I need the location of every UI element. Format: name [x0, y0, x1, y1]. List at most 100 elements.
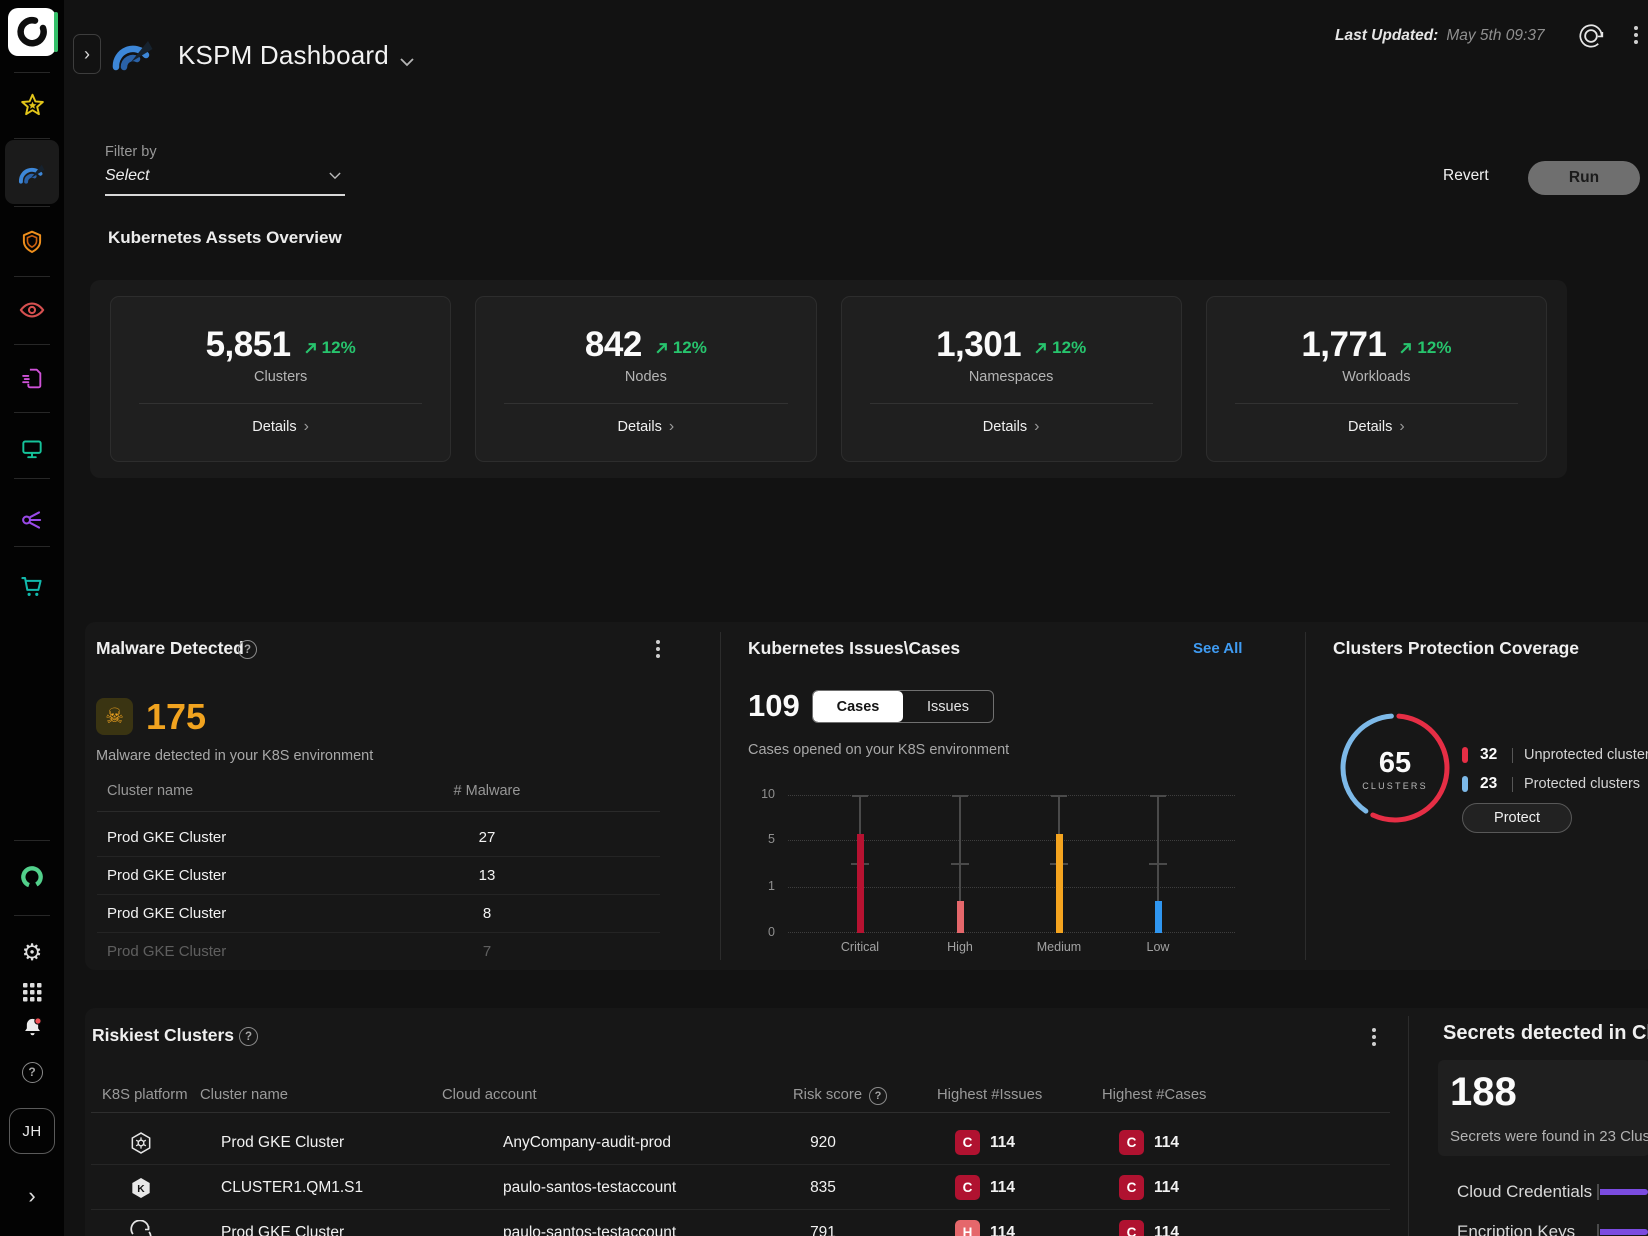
trend-up-icon — [1033, 341, 1048, 356]
details-link[interactable]: Details — [111, 418, 450, 436]
run-button[interactable]: Run — [1528, 161, 1640, 195]
riskiest-table-row[interactable]: Prod GKE Cluster AnyCompany-audit-prod 9… — [91, 1120, 1390, 1165]
riskiest-help-icon[interactable] — [239, 1027, 258, 1046]
issues-count: 114 — [990, 1179, 1015, 1197]
malware-table-row[interactable]: Prod GKE Cluster 13 — [97, 857, 660, 895]
details-link[interactable]: Details — [842, 418, 1181, 436]
issues-count: 114 — [990, 1134, 1015, 1152]
secret-item-label[interactable]: Cloud Credentials — [1457, 1182, 1592, 1202]
shield-icon[interactable] — [16, 226, 48, 258]
cases-count: 114 — [1154, 1134, 1179, 1152]
col-header-cases: Highest #Cases — [1102, 1087, 1206, 1103]
cases-count: 114 — [1154, 1224, 1179, 1236]
filter-select[interactable]: Select — [105, 164, 345, 196]
cluster-name: Prod GKE Cluster — [107, 895, 226, 933]
donut-total: 65 — [1360, 747, 1430, 780]
asset-card-nodes: 842 12% Nodes Details — [475, 296, 816, 462]
donut-total-label: CLUSTERS — [1355, 781, 1435, 791]
riskiest-table-row[interactable]: K CLUSTER1.QM1.S1 paulo-santos-testaccou… — [91, 1165, 1390, 1210]
details-link[interactable]: Details — [476, 418, 815, 436]
chevron-right-icon — [1034, 418, 1039, 435]
malware-kebab-menu-icon[interactable] — [648, 638, 668, 660]
kspm-gauge-icon[interactable] — [16, 156, 48, 188]
protection-panel-title: Clusters Protection Coverage — [1333, 638, 1579, 659]
whisker-cap — [1051, 795, 1067, 797]
openshift-icon — [128, 1210, 154, 1236]
see-all-link[interactable]: See All — [1193, 640, 1242, 657]
asset-value: 842 — [585, 325, 642, 365]
grid-icon[interactable] — [16, 976, 48, 1008]
trend-up-icon — [1398, 341, 1413, 356]
help-icon[interactable] — [16, 1056, 48, 1088]
cluster-name: Prod GKE Cluster — [107, 933, 226, 971]
whisker-mid — [951, 863, 969, 865]
malware-col-header-cluster: Cluster name — [107, 783, 193, 799]
cases-issues-toggle: Cases Issues — [812, 690, 994, 723]
ring-icon[interactable] — [16, 861, 48, 893]
chart-group-medium[interactable] — [1037, 795, 1081, 933]
legend-label: Protected clusters — [1524, 776, 1640, 792]
gear-icon[interactable] — [16, 936, 48, 968]
bar-low — [1155, 901, 1162, 933]
title-chevron-down-icon[interactable] — [400, 54, 414, 72]
asset-label: Clusters — [111, 369, 450, 385]
malware-count: 175 — [146, 698, 206, 735]
cart-icon[interactable] — [16, 570, 48, 602]
legend-separator — [1512, 777, 1513, 792]
bell-icon[interactable] — [16, 1011, 48, 1043]
cluster-name: Prod GKE Cluster — [107, 857, 226, 895]
severity-bar-chart — [788, 795, 1235, 933]
riskiest-table-row[interactable]: Prod GKE Cluster paulo-santos-testaccoun… — [91, 1210, 1390, 1236]
secrets-subtitle: Secrets were found in 23 Clusters — [1450, 1128, 1648, 1145]
skull-icon — [96, 698, 133, 735]
malware-help-icon[interactable] — [238, 640, 257, 659]
axis-tick — [1597, 1184, 1599, 1200]
whisker-mid — [1149, 863, 1167, 865]
tab-issues[interactable]: Issues — [903, 691, 993, 722]
cluster-name: Prod GKE Cluster — [107, 819, 226, 857]
orca-logo[interactable] — [8, 8, 56, 56]
malware-table-row[interactable]: Prod GKE Cluster 27 — [97, 819, 660, 857]
collapse-toggle-button[interactable] — [73, 34, 101, 74]
trend-up-icon — [654, 341, 669, 356]
chart-group-critical[interactable] — [838, 795, 882, 933]
star-icon[interactable] — [16, 89, 48, 121]
legend-value: 32 — [1480, 746, 1510, 764]
asset-value: 1,771 — [1301, 325, 1386, 365]
table-divider — [97, 811, 660, 812]
secret-item-label[interactable]: Encription Keys — [1457, 1222, 1575, 1236]
sidebar-divider — [14, 478, 50, 479]
secrets-panel-title: Secrets detected in Clusters — [1443, 1022, 1648, 1045]
asset-delta: 12% — [673, 338, 707, 358]
details-link[interactable]: Details — [1207, 418, 1546, 436]
header-kebab-menu-icon[interactable] — [1626, 24, 1646, 46]
network-icon[interactable] — [16, 504, 48, 536]
sidebar-divider — [14, 276, 50, 277]
tab-cases[interactable]: Cases — [813, 691, 903, 722]
last-updated: Last Updated: May 5th 09:37 — [1335, 27, 1545, 45]
monitor-icon[interactable] — [16, 432, 48, 464]
divider — [139, 403, 422, 404]
dashboard-gauge-icon — [110, 32, 156, 79]
legend-value: 23 — [1480, 775, 1510, 793]
chart-group-low[interactable] — [1136, 795, 1180, 933]
riskiest-kebab-menu-icon[interactable] — [1364, 1026, 1384, 1048]
refresh-icon[interactable] — [1575, 20, 1607, 57]
document-icon[interactable] — [16, 362, 48, 394]
protect-button[interactable]: Protect — [1462, 803, 1572, 833]
asset-card-namespaces: 1,301 12% Namespaces Details — [841, 296, 1182, 462]
sidebar-expand-chevron-icon[interactable] — [16, 1180, 48, 1212]
revert-button[interactable]: Revert — [1443, 167, 1489, 185]
user-avatar[interactable]: JH — [9, 1108, 55, 1154]
issues-count: 114 — [990, 1224, 1015, 1236]
eye-icon[interactable] — [16, 294, 48, 326]
legend-separator — [1512, 748, 1513, 763]
sidebar-divider — [14, 72, 50, 73]
risk-score-help-icon[interactable] — [869, 1087, 887, 1105]
filter-by-label: Filter by — [105, 144, 157, 160]
risk-score-cell: 835 — [763, 1165, 883, 1210]
malware-table-row[interactable]: Prod GKE Cluster 8 — [97, 895, 660, 933]
select-value: Select — [105, 167, 149, 185]
malware-table-row[interactable]: Prod GKE Cluster 7 — [97, 933, 660, 971]
chart-group-high[interactable] — [938, 795, 982, 933]
